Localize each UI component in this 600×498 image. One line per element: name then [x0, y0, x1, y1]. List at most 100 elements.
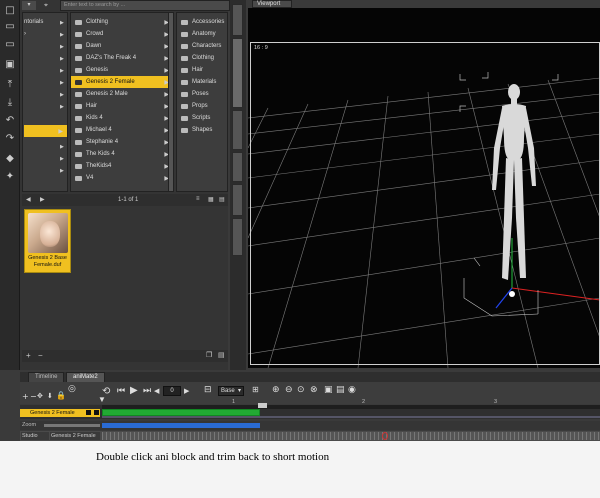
redo-icon[interactable]: ↷ — [3, 132, 17, 144]
ani-block[interactable] — [102, 409, 260, 416]
move-block-icon[interactable]: ✥ — [37, 392, 43, 400]
down-arrow-icon[interactable]: ⬇ — [47, 392, 53, 400]
list-item[interactable]: Scripts — [177, 112, 227, 124]
import-icon[interactable]: ⤒ — [3, 78, 17, 90]
skip-start-icon[interactable]: ⏮ — [117, 386, 125, 396]
tab-shaping[interactable] — [232, 152, 243, 182]
list-item[interactable]: Shapes — [177, 124, 227, 136]
add-block-icon[interactable]: + — [22, 392, 29, 401]
list-item[interactable]: Stephanie 4 ▶ — [71, 136, 173, 148]
pager-text: 1-1 of 1 — [118, 197, 139, 203]
folder-icon — [75, 55, 82, 61]
folder-icon — [181, 115, 188, 121]
save-icon[interactable]: ▣ — [3, 58, 17, 70]
playhead-icon[interactable]: ▼ — [98, 395, 106, 404]
search-input[interactable]: Enter text to search by ... — [60, 0, 230, 11]
zoom-fit-icon[interactable]: ⊙ — [297, 385, 305, 395]
tab-surfaces[interactable] — [232, 184, 243, 216]
zoom-range[interactable] — [102, 423, 260, 428]
add-icon[interactable]: + — [26, 351, 31, 360]
play-icon[interactable]: ▶ — [130, 385, 138, 396]
studio-keyframes[interactable] — [102, 432, 600, 440]
zoom-slider[interactable] — [44, 424, 100, 427]
tag-icon[interactable]: ⌖ — [44, 1, 56, 10]
drop-to-floor-icon[interactable]: ◆ — [3, 152, 17, 164]
studio-target[interactable]: Genesis 2 Female — [50, 432, 100, 440]
merge-file-icon[interactable]: ▭ — [3, 38, 17, 50]
menu-icon[interactable]: ▤ — [218, 351, 225, 359]
list-item[interactable]: Genesis ▶ — [71, 64, 173, 76]
open-file-icon[interactable]: ▭ — [3, 20, 17, 32]
list-item[interactable]: Hair — [177, 64, 227, 76]
track-lock-icon[interactable] — [86, 410, 91, 415]
zoom-out-icon[interactable]: ⊖ — [285, 385, 293, 395]
list-item[interactable]: The Kids 4 ▶ — [71, 148, 173, 160]
caption-area: Double click ani block and trim back to … — [0, 441, 600, 498]
target-icon[interactable]: ◉ — [348, 385, 356, 395]
ruler-label: 2 — [362, 399, 366, 405]
frame-input[interactable]: 0 — [163, 386, 181, 396]
list-item[interactable]: Props — [177, 100, 227, 112]
list-item-selected[interactable]: Genesis 2 Female ▶ — [71, 76, 173, 88]
zoom-reset-icon[interactable]: ⊗ — [310, 385, 318, 395]
sequence-icon[interactable]: ⊟ — [204, 385, 212, 395]
list-item[interactable]: Characters — [177, 40, 227, 52]
viewport-tab[interactable]: Viewport — [252, 0, 292, 8]
remove-block-icon[interactable]: − — [30, 392, 37, 401]
tab-parameters[interactable] — [232, 218, 243, 256]
tab-smart[interactable] — [232, 4, 243, 36]
folder-icon — [75, 91, 82, 97]
prev-page-icon[interactable]: ◀ — [26, 196, 31, 203]
asset-thumbnail[interactable]: Genesis 2 Base Female.duf — [24, 209, 71, 273]
list-item[interactable]: Anatomy — [177, 28, 227, 40]
list-item[interactable]: Genesis 2 Male ▶ — [71, 88, 173, 100]
new-scene-icon[interactable]: □ — [3, 4, 17, 16]
list-item[interactable]: Dawn ▶ — [71, 40, 173, 52]
track-visibility-icon[interactable] — [94, 410, 99, 415]
skip-end-icon[interactable]: ⏭ — [143, 386, 151, 396]
studio-label[interactable]: Studio — [21, 432, 49, 440]
folder-icon — [181, 19, 188, 25]
save-block-icon[interactable]: ▣ — [324, 385, 333, 395]
list-item[interactable]: Clothing — [177, 52, 227, 64]
thumbnail-label: Genesis 2 Base Female.duf — [28, 255, 67, 268]
tab-content-library[interactable] — [232, 38, 243, 108]
list-item[interactable]: Materials — [177, 76, 227, 88]
active-pose-icon[interactable]: ✦ — [3, 170, 17, 182]
folder-icon — [181, 103, 188, 109]
bake-icon[interactable]: ◎ — [68, 384, 76, 394]
options-icon[interactable]: ▤ — [219, 196, 225, 203]
list-item[interactable]: Poses — [177, 88, 227, 100]
list-item[interactable]: DAZ's The Freak 4 ▶ — [71, 52, 173, 64]
list-item[interactable]: Accessories — [177, 16, 227, 28]
track-divider — [102, 416, 600, 418]
list-item[interactable]: TheKids4 ▶ — [71, 160, 173, 172]
copy-icon[interactable]: ❐ — [206, 351, 212, 359]
list-item[interactable]: Crowd ▶ — [71, 28, 173, 40]
list-item[interactable]: Hair ▶ — [71, 100, 173, 112]
next-page-icon[interactable]: ▶ — [40, 196, 45, 203]
folder-icon — [181, 31, 188, 37]
zoom-in-icon[interactable]: ⊕ — [272, 385, 280, 395]
export-icon[interactable]: ⤓ — [3, 96, 17, 108]
film-icon[interactable]: ▤ — [336, 385, 345, 395]
list-item[interactable]: Clothing ▶ — [71, 16, 173, 28]
add-layer-icon[interactable]: ⊞ — [252, 385, 259, 394]
list-item[interactable]: Michael 4 ▶ — [71, 124, 173, 136]
grid-view-icon[interactable]: ▦ — [208, 196, 214, 203]
list-item[interactable]: V4 ▶ — [71, 172, 173, 184]
filter-dropdown-icon[interactable]: ▾ — [22, 1, 36, 10]
tab-posing[interactable] — [232, 110, 243, 150]
column-2-scrollbar[interactable] — [168, 13, 173, 191]
prev-frame-icon[interactable]: ◀ — [154, 387, 159, 395]
ruler-label: 3 — [494, 399, 498, 405]
library-footer: + − ❐ ▤ — [22, 350, 228, 362]
next-frame-icon[interactable]: ▶ — [184, 387, 189, 395]
undo-icon[interactable]: ↶ — [3, 114, 17, 126]
block-trim-handle[interactable] — [258, 403, 267, 408]
list-item[interactable]: Kids 4 ▶ — [71, 112, 173, 124]
list-view-icon[interactable]: ≡ — [196, 196, 200, 202]
lock-icon[interactable]: 🔒 — [56, 391, 66, 400]
layer-select[interactable]: Base ▾ — [218, 386, 244, 396]
remove-icon[interactable]: − — [38, 351, 43, 360]
